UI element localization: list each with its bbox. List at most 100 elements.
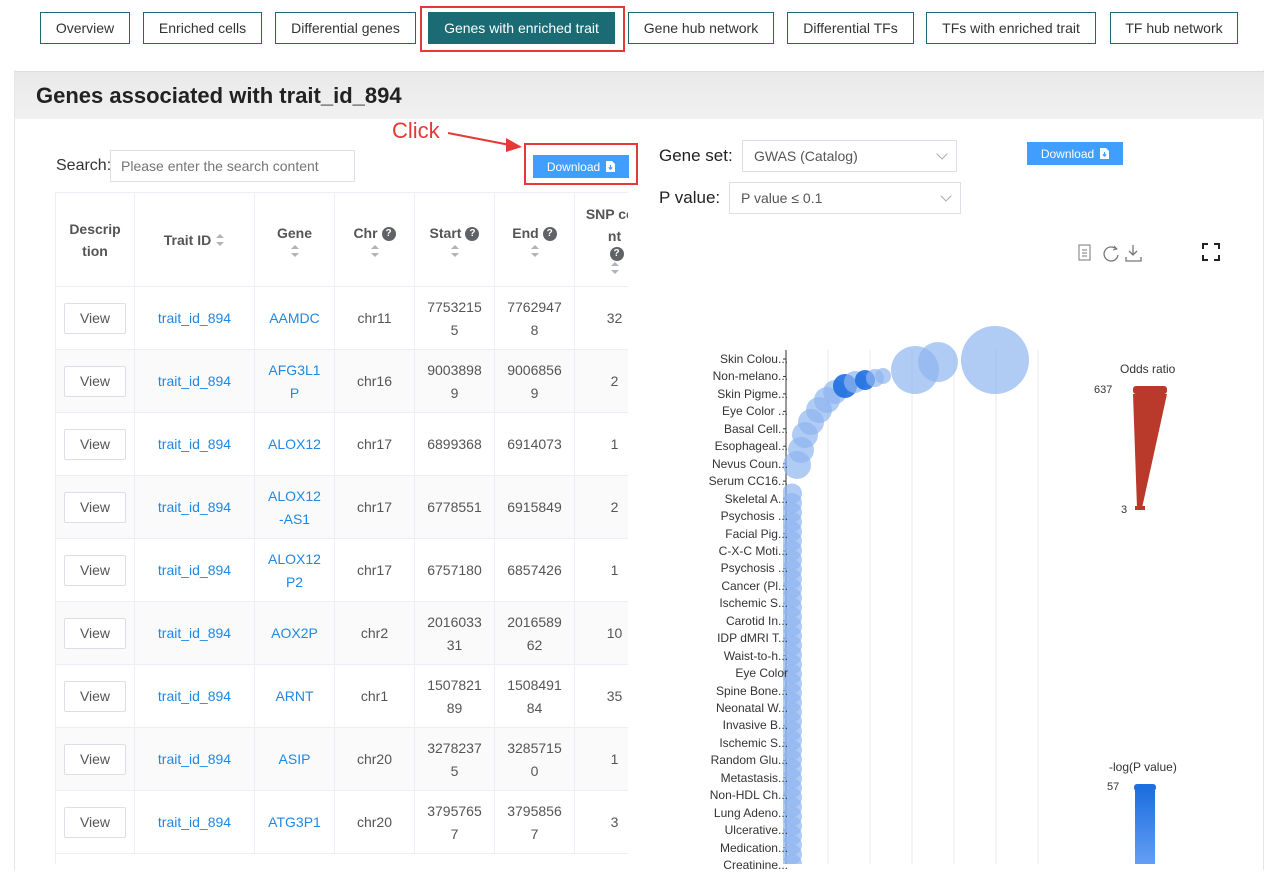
cell-description: View (56, 728, 135, 791)
col-description[interactable]: Description (56, 193, 135, 287)
help-icon[interactable]: ? (465, 227, 480, 242)
cell-snp-count: 3 (575, 791, 628, 854)
y-axis-tick-label: Carotid In... (725, 613, 788, 628)
cell-trait-id[interactable]: trait_id_894 (135, 413, 255, 476)
pvalue-legend[interactable] (1130, 782, 1170, 864)
cell-end: 32857150 (495, 728, 575, 791)
cell-trait-id[interactable]: trait_id_894 (135, 476, 255, 539)
search-label: Search: (56, 157, 112, 174)
chart-download-button[interactable]: Download (1027, 142, 1123, 165)
cell-trait-id[interactable]: trait_id_894 (135, 791, 255, 854)
cell-description: View (56, 287, 135, 350)
active-tab-highlight (420, 6, 625, 52)
col-gene[interactable]: Gene (255, 193, 335, 287)
col-end[interactable]: End? (495, 193, 575, 287)
chevron-down-icon (936, 148, 948, 160)
cell-end: 77629478 (495, 287, 575, 350)
view-button[interactable]: View (64, 618, 126, 649)
tab-enriched-cells[interactable]: Enriched cells (143, 12, 262, 44)
tab-bar: Overview Enriched cells Differential gen… (0, 0, 1280, 70)
y-axis-tick-label: Skeletal A... (724, 491, 788, 506)
tab-overview[interactable]: Overview (40, 12, 130, 44)
bubble-point[interactable] (961, 326, 1029, 394)
col-snp-count[interactable]: SNP count? (575, 193, 628, 287)
search-input[interactable] (110, 150, 355, 182)
cell-trait-id[interactable]: trait_id_894 (135, 665, 255, 728)
col-gene-label: Gene (276, 225, 312, 241)
cell-chr: chr17 (335, 539, 415, 602)
table-row: View trait_id_894 ASIP chr20 32782375 3285715… (56, 728, 628, 791)
view-button[interactable]: View (64, 429, 126, 460)
cell-gene[interactable]: ALOX12P2 (255, 539, 335, 602)
table-row: View trait_id_894 AOX2P chr2 201603331 201658… (56, 602, 628, 665)
view-button[interactable]: View (64, 303, 126, 334)
arrow-annotation-icon (447, 132, 522, 152)
click-annotation: Click (392, 118, 440, 143)
fullscreen-icon[interactable] (1202, 243, 1220, 261)
cell-trait-id[interactable]: trait_id_894 (135, 287, 255, 350)
col-trait-id-label: Trait ID (163, 232, 212, 248)
cell-trait-id[interactable]: trait_id_894 (135, 350, 255, 413)
pvalue-select[interactable]: P value ≤ 0.1 (729, 182, 961, 214)
refresh-icon[interactable] (1103, 245, 1119, 262)
y-axis-tick-label: Ischemic S... (719, 735, 788, 750)
cell-trait-id[interactable]: trait_id_894 (135, 602, 255, 665)
tab-gene-hub-network[interactable]: Gene hub network (628, 12, 774, 44)
cell-gene[interactable]: AAMDC (255, 287, 335, 350)
cell-snp-count: 2 (575, 350, 628, 413)
cell-start: 201603331 (415, 602, 495, 665)
tab-differential-genes[interactable]: Differential genes (275, 12, 416, 44)
col-chr[interactable]: Chr? (335, 193, 415, 287)
y-axis-tick-label: Eye Color (735, 666, 788, 681)
cell-snp-count: 2 (575, 476, 628, 539)
cell-description: View (56, 350, 135, 413)
download-label: Download (546, 159, 601, 174)
view-button[interactable]: View (64, 681, 126, 712)
cell-gene[interactable]: ARNT (255, 665, 335, 728)
tab-tf-hub-network[interactable]: TF hub network (1110, 12, 1238, 44)
cell-trait-id[interactable]: trait_id_894 (135, 539, 255, 602)
cell-snp-count: 32 (575, 287, 628, 350)
bubble-point[interactable] (875, 368, 891, 384)
view-button[interactable]: View (64, 807, 126, 838)
odds-legend-max: 637 (1094, 384, 1113, 396)
cell-end: 150849184 (495, 665, 575, 728)
cell-gene[interactable]: ATG3P1 (255, 791, 335, 854)
y-axis-tick-label: Basal Cell... (723, 421, 788, 436)
help-icon[interactable]: ? (381, 227, 396, 242)
view-button[interactable]: View (64, 744, 126, 775)
col-trait-id[interactable]: Trait ID (135, 193, 255, 287)
data-view-icon[interactable] (1078, 244, 1091, 261)
tab-differential-tfs[interactable]: Differential TFs (787, 12, 914, 44)
cell-gene[interactable]: ALOX12-AS1 (255, 476, 335, 539)
cell-gene[interactable]: AOX2P (255, 602, 335, 665)
help-icon[interactable]: ? (609, 247, 624, 261)
y-axis-tick-label: IDP dMRI T... (717, 631, 788, 646)
y-axis-tick-label: Esophageal... (714, 439, 788, 454)
col-description-label: Description (69, 221, 121, 259)
gene-set-value: GWAS (Catalog) (754, 148, 858, 164)
col-start[interactable]: Start? (415, 193, 495, 287)
cell-gene[interactable]: ALOX12 (255, 413, 335, 476)
cell-chr: chr20 (335, 728, 415, 791)
cell-gene[interactable]: AFG3L1P (255, 350, 335, 413)
table-download-button[interactable]: Download (533, 155, 629, 178)
cell-start: 150782189 (415, 665, 495, 728)
view-button[interactable]: View (64, 555, 126, 586)
help-icon[interactable]: ? (542, 227, 557, 242)
tab-tfs-enriched-trait[interactable]: TFs with enriched trait (926, 12, 1096, 44)
sort-icon (610, 262, 619, 274)
odds-ratio-legend[interactable] (1130, 384, 1170, 514)
save-image-icon[interactable] (1125, 245, 1142, 262)
cell-trait-id[interactable]: trait_id_894 (135, 728, 255, 791)
cell-end: 37958567 (495, 791, 575, 854)
cell-gene[interactable]: ASIP (255, 728, 335, 791)
view-button[interactable]: View (64, 366, 126, 397)
col-end-label: End (512, 225, 539, 241)
bubble-point[interactable] (918, 342, 958, 382)
download-label: Download (1040, 146, 1095, 161)
cell-chr: chr17 (335, 413, 415, 476)
view-button[interactable]: View (64, 492, 126, 523)
chart-grid (827, 350, 1039, 864)
gene-set-select[interactable]: GWAS (Catalog) (742, 140, 957, 172)
